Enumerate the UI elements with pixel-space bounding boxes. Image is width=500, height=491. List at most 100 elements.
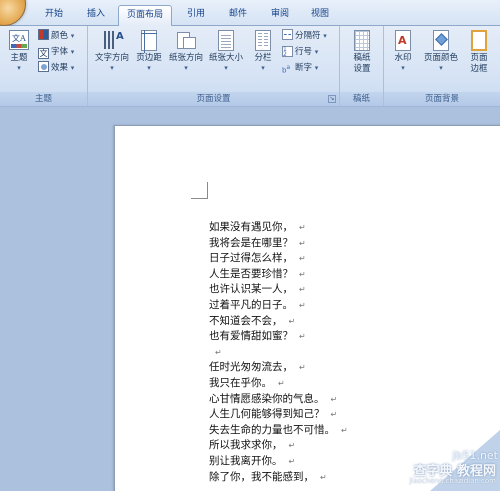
text-line: 别让我离开你。 ↵ <box>209 454 348 470</box>
tab-review[interactable]: 审阅 <box>262 5 298 26</box>
page-color-arrow: ▾ <box>439 64 443 72</box>
theme-fonts-button[interactable]: 文字体 ▾ <box>38 45 74 60</box>
manuscript-setup-label-1: 稿纸 <box>353 53 371 63</box>
manuscript-setup-label-2: 设置 <box>353 64 371 74</box>
hyphenation-label: 断字 <box>295 63 313 73</box>
paragraph-mark-icon: ↵ <box>330 410 338 420</box>
size-arrow: ▾ <box>224 64 228 72</box>
tab-references[interactable]: 引用 <box>178 5 214 26</box>
text-line-content: 除了你，我不能感到， <box>209 470 314 483</box>
text-line-content: 人生是否要珍惜？ <box>209 267 293 280</box>
text-line: ↵ <box>209 345 348 361</box>
orientation-button[interactable]: 纸张方向 ▾ <box>166 29 206 72</box>
line-numbers-button[interactable]: 1 2 行号 ▾ <box>282 45 318 60</box>
group-page-background: A 水印 ▾ 页面颜色 ▾ 页面 边框 页面背景 <box>384 26 500 106</box>
text-line-content: 日子过得怎么样， <box>209 252 293 265</box>
page-borders-label-1: 页面 <box>470 53 488 63</box>
text-line-content: 也有爱情甜如蜜？ <box>209 330 293 343</box>
group-page-background-label: 页面背景 <box>384 92 500 106</box>
page-color-icon <box>430 29 452 53</box>
group-themes-label: 主题 <box>0 92 87 106</box>
text-line-content: 如果没有遇见你， <box>209 221 293 233</box>
hyphenation-button[interactable]: ba 断字 ▾ <box>282 61 318 76</box>
breaks-button[interactable]: 分隔符 ▾ <box>282 29 327 44</box>
text-line: 所以我求求你， ↵ <box>209 438 348 454</box>
group-manuscript: 稿纸 设置 稿纸 <box>340 26 384 106</box>
theme-effects-button[interactable]: 效果 ▾ <box>38 61 74 76</box>
text-line: 我将会是在哪里？ ↵ <box>209 236 348 252</box>
page-setup-dialog-launcher-icon[interactable]: ↘ <box>328 95 336 103</box>
document-body[interactable]: 如果没有遇见你， ↵ 我将会是在哪里？ ↵ 日子过得怎么样， ↵ 人生是否要珍惜？ ↵ 也许认识… <box>209 220 348 485</box>
text-line: 任时光匆匆流去， ↵ <box>209 360 348 376</box>
group-themes: 文A 主题 ▾ 颜色 ▾ 文字体 ▾ 效果 ▾ 主题 <box>0 26 88 106</box>
margin-corner-mark <box>191 182 208 199</box>
text-line: 除了你，我不能感到， ↵ <box>209 470 348 486</box>
page-borders-button[interactable]: 页面 边框 <box>464 29 494 75</box>
themes-dropdown-arrow: ▾ <box>17 64 21 72</box>
text-line: 也许认识某一人， ↵ <box>209 282 348 298</box>
size-button[interactable]: 纸张大小 ▾ <box>206 29 246 72</box>
group-page-setup-label: 页面设置 <box>88 92 339 106</box>
text-line: 日子过得怎么样， ↵ <box>209 251 348 267</box>
text-line-content: 人生几何能够得到知己？ <box>209 408 325 421</box>
margins-label: 页边距 <box>136 53 162 63</box>
paragraph-mark-icon: ↵ <box>278 378 285 388</box>
hyphenation-icon: ba <box>282 64 291 74</box>
page-borders-label-2: 边框 <box>470 64 488 74</box>
page-size-icon <box>215 29 237 53</box>
tab-mailings[interactable]: 邮件 <box>220 5 256 26</box>
paragraph-mark-icon: ↵ <box>320 472 327 482</box>
theme-colors-label: 颜色 <box>51 31 69 41</box>
tab-view[interactable]: 视图 <box>302 5 338 26</box>
text-direction-label: 文字方向 <box>94 53 129 63</box>
text-direction-button[interactable]: A 文字方向 ▾ <box>92 29 132 72</box>
watermark-button[interactable]: A 水印 ▾ <box>388 29 418 72</box>
columns-button[interactable]: 分栏 ▾ <box>248 29 278 72</box>
theme-colors-button[interactable]: 颜色 ▾ <box>38 29 74 44</box>
tab-home[interactable]: 开始 <box>36 5 72 26</box>
manuscript-setup-button[interactable]: 稿纸 设置 <box>346 29 378 75</box>
columns-arrow: ▾ <box>261 64 265 72</box>
themes-button[interactable]: 文A 主题 ▾ <box>4 29 34 72</box>
text-direction-arrow: ▾ <box>110 64 114 72</box>
breaks-icon <box>282 29 293 40</box>
text-line: 心甘情愿感染你的气息。 ↵ <box>209 392 348 408</box>
text-line: 失去生命的力量也不可惜。 ↵ <box>209 423 348 439</box>
text-direction-icon: A <box>101 29 124 53</box>
size-label: 纸张大小 <box>208 53 243 63</box>
text-line: 人生是否要珍惜？ ↵ <box>209 267 348 283</box>
theme-fonts-label: 字体 <box>51 47 69 57</box>
text-line: 不知道会不会， ↵ <box>209 314 348 330</box>
text-line-content: 不知道会不会， <box>209 314 283 327</box>
line-numbers-label: 行号 <box>295 47 313 57</box>
margins-button[interactable]: 页边距 ▾ <box>132 29 166 72</box>
watermark-sub: jiaocheng.chazidian.com <box>409 477 496 485</box>
text-line-content: 也许认识某一人， <box>209 283 293 296</box>
tab-insert[interactable]: 插入 <box>78 5 114 26</box>
ribbon-tab-strip: 开始 插入 页面布局 引用 邮件 审阅 视图 <box>0 0 500 26</box>
page-color-label: 页面颜色 <box>423 53 458 63</box>
text-line-content: 任时光匆匆流去， <box>209 361 293 374</box>
paragraph-mark-icon: ↵ <box>299 223 306 232</box>
columns-label: 分栏 <box>254 53 272 63</box>
watermark-label: 水印 <box>394 53 412 63</box>
manuscript-grid-icon <box>351 29 373 53</box>
page-color-button[interactable]: 页面颜色 ▾ <box>420 29 462 72</box>
group-page-setup: A 文字方向 ▾ 页边距 ▾ 纸张方向 ▾ 纸张大小 ▾ 分栏 ▾ 分隔符 ▾ … <box>88 26 340 106</box>
margins-icon <box>138 29 160 53</box>
text-line-content: 所以我求求你， <box>209 439 283 452</box>
tab-page-layout[interactable]: 页面布局 <box>118 5 172 26</box>
text-line: 我只在乎你。 ↵ <box>209 376 348 392</box>
paragraph-mark-icon: ↵ <box>299 363 306 373</box>
orientation-arrow: ▾ <box>184 64 188 72</box>
themes-icon: 文A <box>8 29 30 53</box>
breaks-label: 分隔符 <box>295 31 321 41</box>
paragraph-mark-icon: ↵ <box>341 425 348 435</box>
columns-icon <box>252 29 274 53</box>
text-line-content: 别让我离开你。 <box>209 454 283 467</box>
paragraph-mark-icon: ↵ <box>299 300 306 310</box>
line-numbers-icon: 12 <box>282 46 293 58</box>
text-line-content: 我只在乎你。 <box>209 376 272 389</box>
watermark-arrow: ▾ <box>401 64 405 72</box>
group-manuscript-label: 稿纸 <box>340 92 383 106</box>
